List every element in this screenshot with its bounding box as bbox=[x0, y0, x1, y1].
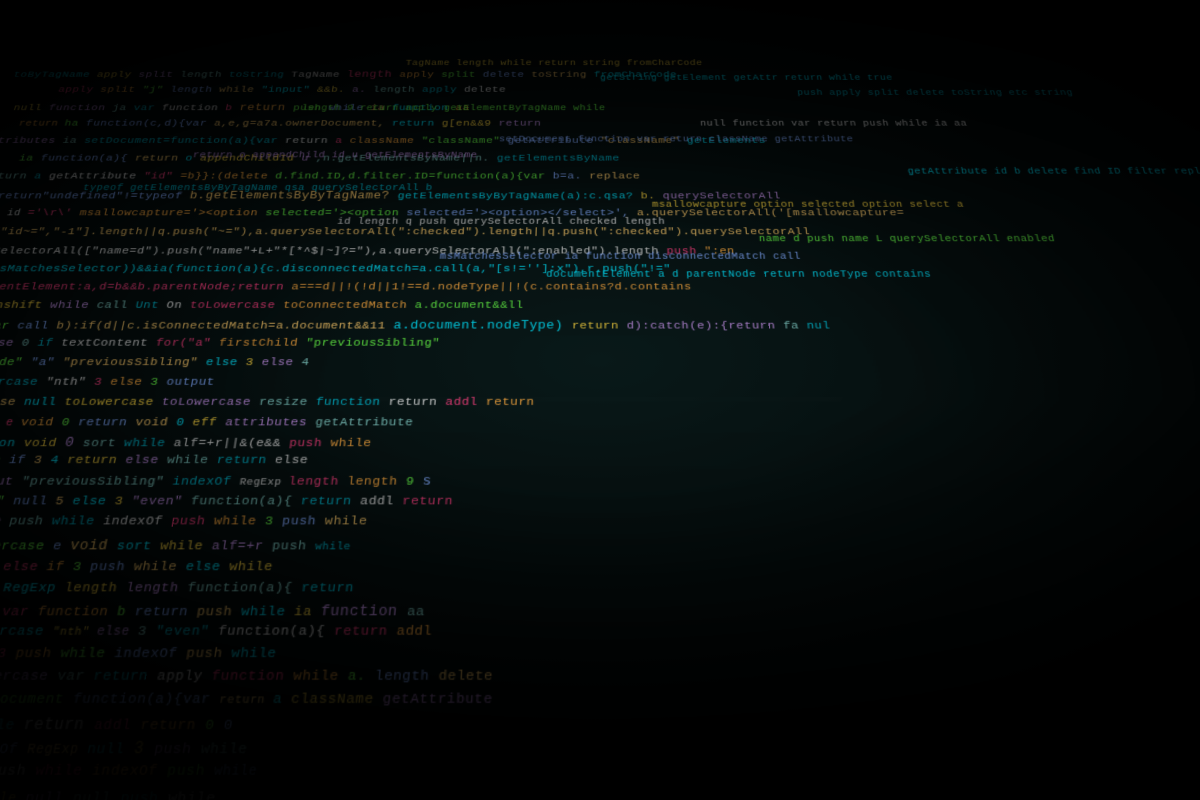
extra-code-line-8: typeof getElementsByByTagName qsa queryS… bbox=[81, 183, 433, 195]
code-line-14: unshift while call Unt On toLowercase to… bbox=[0, 300, 524, 314]
extra-code-line-13: documentElement a d parentNode return no… bbox=[546, 270, 933, 283]
extra-code-line-3: length 9 return apply getElementByTagNam… bbox=[301, 104, 606, 115]
code-line-17: "parentNode" "a" "previousSibling" else … bbox=[0, 356, 310, 371]
code-line-20: function e void 0 return void 0 eff attr… bbox=[0, 416, 414, 432]
extra-code-line-12: msMatchesSelector ia function disconnect… bbox=[439, 252, 801, 264]
code-line-28: output "index" RegExp length length func… bbox=[0, 581, 355, 599]
code-line-26: function toLowercase e void sort while a… bbox=[0, 537, 352, 557]
extra-code-line-4: null function var return push while ia a… bbox=[700, 119, 968, 130]
extra-code-line-2: push apply split delete toString etc str… bbox=[797, 89, 1075, 100]
code-line-18: toLowercase "nth" 3 else 3 output bbox=[0, 376, 216, 391]
code-line-15: try var call b):if(d||c.isConnectedMatch… bbox=[0, 318, 831, 334]
code-line-19: toLowercase null toLowercase toLowercase… bbox=[0, 396, 535, 412]
code-line-4: return ha function(c,d){var a,e,g=a7a.ow… bbox=[17, 119, 541, 131]
extra-code-line-6: return o appendChild id u getElementsByN… bbox=[192, 151, 478, 162]
code-line-1: toByTagName apply split length toString … bbox=[12, 69, 678, 82]
extra-code-line-10: id length q push querySelectorAll checke… bbox=[336, 217, 665, 229]
code-line-34: null 3 push while return addl return 0 0 bbox=[0, 715, 235, 738]
extra-code-line-9: msallowcapture option selected option se… bbox=[652, 200, 965, 212]
code-line-35: testList null 3 indexOf RegExp null 3 pu… bbox=[0, 738, 249, 761]
code-line-25: toLowercase push while indexOf push whil… bbox=[0, 514, 368, 531]
code-line-33: attributes ia setDocument function(a){va… bbox=[0, 691, 493, 711]
code-line-22: slice 0 else if 3 4 return else while re… bbox=[0, 454, 309, 470]
extra-code-line-5: setDocument function var return classNam… bbox=[499, 135, 855, 146]
code-background: toByTagName apply split length toString … bbox=[0, 0, 1200, 800]
code-line-37: null 3 null push while null null push wh… bbox=[0, 787, 217, 800]
code-line-36: testList null 3 push while indexOf push … bbox=[0, 763, 259, 784]
code-line-13: documentElement:a,d=b&&b.parentNode;retu… bbox=[0, 281, 692, 295]
code-line-30: function toLowercase "nth" else 3 "even"… bbox=[0, 624, 433, 643]
extra-code-line-11: name d push name L querySelectorAll enab… bbox=[759, 234, 1057, 246]
extra-code-line-0: TagName length while return string fromC… bbox=[405, 59, 703, 69]
code-line-21: function void 0 sort while alf=+r||&(e&&… bbox=[0, 435, 372, 453]
extra-code-line-7: getAttribute id b delete find ID filter … bbox=[907, 167, 1200, 178]
extra-code-line-1: getString getElement getAttr return whil… bbox=[600, 74, 894, 84]
code-line-27: else 4 slice else if 3 push while else w… bbox=[0, 560, 274, 578]
code-line-29: function ja var function b return push w… bbox=[0, 602, 426, 623]
code-line-7: return a getAttribute "id" =b}}:(delete … bbox=[0, 171, 640, 184]
code-line-32: function ja toLowercase var return apply… bbox=[0, 668, 493, 688]
code-layer: toByTagName apply split length toString … bbox=[0, 55, 1200, 800]
code-line-23: test output "previousSibling" indexOf Re… bbox=[0, 473, 432, 492]
code-line-24: return "nth" null 5 else 3 "even" functi… bbox=[0, 492, 454, 511]
code-line-16: erCase 0 if textContent for("a" firstChi… bbox=[0, 337, 440, 352]
code-line-31: testList null 3 push while indexOf push … bbox=[0, 646, 277, 665]
code-line-2: apply split "j" length while "input" &&b… bbox=[56, 85, 506, 97]
